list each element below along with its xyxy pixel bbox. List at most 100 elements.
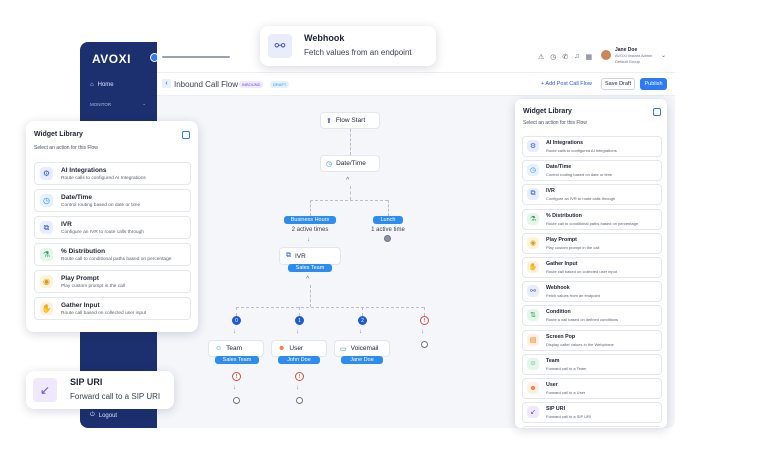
sidebar-section-monitor[interactable]: MONITOR ⌄ [90,101,146,107]
left-widget-library: Widget Library Select an action for this… [26,121,198,332]
panel-toggle-icon[interactable] [182,131,190,139]
robot-icon: ⚙ [40,167,53,180]
error-icon[interactable]: ! [232,372,241,381]
user-node[interactable]: ☻ User [271,340,327,357]
widget-item-gather-input[interactable]: ✋ Gather Input Route call based on collect… [34,297,191,320]
widget-item-user[interactable]: ☻ User Forward call to a User [522,378,662,399]
sip-uri-icon: ↙ [33,378,57,402]
error-icon[interactable]: ! [420,316,429,325]
chevron-down-icon[interactable]: ⌄ [661,52,666,59]
voicemail-icon: ▭ [340,345,347,353]
save-draft-button[interactable]: Save Draft [601,78,635,90]
sidebar-item-logout[interactable]: ⏻ Logout [90,412,117,419]
business-hours-count: 2 active times [291,227,329,233]
clock-icon[interactable]: ◷ [550,53,556,61]
collapse-chevron-icon[interactable]: ^ [346,177,349,184]
alert-icon[interactable]: ⚠ [538,53,544,61]
callout-desc: Fetch values from an endpoint [304,48,412,57]
widget-item-title: Play Prompt [61,275,99,282]
sip-uri-callout[interactable]: ↙ SIP URI Forward call to a SIP URI [26,371,174,409]
grid-icon[interactable]: ▦ [586,53,593,61]
ivr-icon: ⧉ [40,221,53,234]
avoxi-logo[interactable]: AVOXI [92,52,131,66]
topbar-icons: ⚠ ◷ ✆ ♫ ▦ [538,53,592,61]
business-hours-tag[interactable]: Business Hours [284,216,336,224]
home-icon: ⌂ [90,82,94,88]
callout-title: Webhook [304,33,345,43]
widget-item-desc: Route calls to configured AI Integration… [61,176,146,181]
sidebar-item-label: Logout [98,412,118,419]
webhook-callout[interactable]: ⚯ Webhook Fetch values from an endpoint [260,26,436,66]
bell-icon[interactable]: ♫ [574,53,579,61]
team-node[interactable]: ☺ Team [208,340,264,357]
widget-item-webhook[interactable]: ⚯ Webhook Fetch values from an endpoint [522,281,662,303]
phone-icon[interactable]: ✆ [562,53,568,61]
widget-item-play-prompt[interactable]: ◉ Play Prompt Play custom prompt in the ca… [34,270,191,293]
widget-item-ai-integrations[interactable]: ⚙ AI Integrations Route calls to configure… [34,162,191,185]
widget-item-sip-uri[interactable]: ↙ SIP URI Forward call to a SIP URI [522,402,662,424]
down-arrow-icon: ↓ [233,329,236,335]
flow-start-node[interactable]: ⬆ Flow Start [320,112,380,129]
down-arrow-icon: ↓ [421,329,424,335]
team-icon: ☺ [527,357,539,370]
play-prompt-icon: ◉ [40,275,53,288]
down-arrow-icon: ↓ [296,385,299,391]
lunch-count: 1 active time [371,227,405,233]
widget-item-title: SIP URI [546,406,566,413]
connector [424,307,425,316]
sidebar-item-label: Home [97,82,114,88]
datetime-node[interactable]: ◷ Date/Time [320,155,380,172]
widget-item-date-time[interactable]: ◷ Date/Time Control routing based on date … [34,189,191,212]
back-button[interactable]: ‹ [162,79,171,88]
avatar[interactable] [601,50,611,60]
widget-item-gather-input[interactable]: ✋ Gather Input Route call based on collect… [522,257,662,278]
end-node-icon [233,397,240,404]
voicemail-jane-doe-tag[interactable]: Jane Doe [341,356,383,364]
widget-item-screen-pop[interactable]: ▤ Screen Pop Display caller values in the … [522,329,662,351]
ivr-sales-team-tag[interactable]: Sales Team [288,264,332,272]
sidebar-item-home[interactable]: ⌂ Home [90,82,114,88]
user-john-doe-tag[interactable]: John Doe [278,356,320,364]
team-sales-team-tag[interactable]: Sales Team [215,356,259,364]
down-arrow-icon: ↓ [307,237,310,243]
distribution-icon: ⚗ [40,248,53,261]
widget-item-play-prompt[interactable]: ◉ Play Prompt Play custom prompt in the ca… [522,232,662,254]
error-icon[interactable]: ! [295,372,304,381]
widget-item-distribution[interactable]: ⚗% Distribution Route call to conditional… [522,208,662,230]
widget-item-desc: Route call based on collected user input [546,269,617,274]
widget-item-desc: Route call to conditional paths based on… [61,257,172,262]
voicemail-node[interactable]: ▭ Voicemail [334,340,390,357]
lunch-tag[interactable]: Lunch [373,216,403,224]
team-icon: ☺ [215,345,223,352]
widget-item-desc: Configure an IVR to route calls through [546,196,616,202]
widget-item-date-time[interactable]: ◷ Date/Time Control routing based on date … [522,160,662,182]
widget-item-ai-integrations[interactable]: ⚙ AI Integrations Route calls to configure… [522,136,662,157]
progress-line [162,56,230,58]
connector [310,200,388,201]
clock-icon: ◷ [527,164,539,177]
panel-toggle-icon[interactable] [653,108,661,116]
connector [310,285,311,307]
logout-icon: ⏻ [90,412,95,418]
widget-item-desc: Route calls to configured AI Integration… [546,148,617,153]
widget-item-title: Condition [546,309,571,316]
gather-input-icon: ✋ [527,261,539,273]
widget-item-desc: Play custom prompt in the call [61,284,125,289]
ivr-node[interactable]: ⧉ IVR [279,247,341,265]
draft-badge: DRAFT [270,81,290,88]
widget-item-condition[interactable]: ⇅ Condition Route a call based on defined … [522,305,662,327]
widget-item-external-number[interactable]: ☎External Number [522,426,662,428]
callout-desc: Forward call to a SIP URI [70,392,161,401]
publish-button[interactable]: Publish [640,78,667,90]
widget-item-ivr[interactable]: ⧉ IVR Configure an IVR to route calls thro… [34,216,191,239]
widget-item-team[interactable]: ☺ Team Forward call to a Team [522,353,662,375]
user-menu[interactable]: Jane Doe AVOXI Instant Admin Default Gro… [615,47,652,65]
end-node-icon [296,397,303,404]
collapse-chevron-icon[interactable]: ^ [306,276,309,283]
add-post-call-flow-button[interactable]: + Add Post Call Flow [541,81,592,87]
widget-item-ivr[interactable]: ⧉ IVR Configure an IVR to route calls thro… [522,184,662,206]
user-group: Default Group [615,59,640,64]
user-icon: ☻ [527,382,539,394]
widget-item-distribution[interactable]: ⚗% Distribution Route call to conditional… [34,243,191,266]
widget-item-title: IVR [546,188,555,195]
